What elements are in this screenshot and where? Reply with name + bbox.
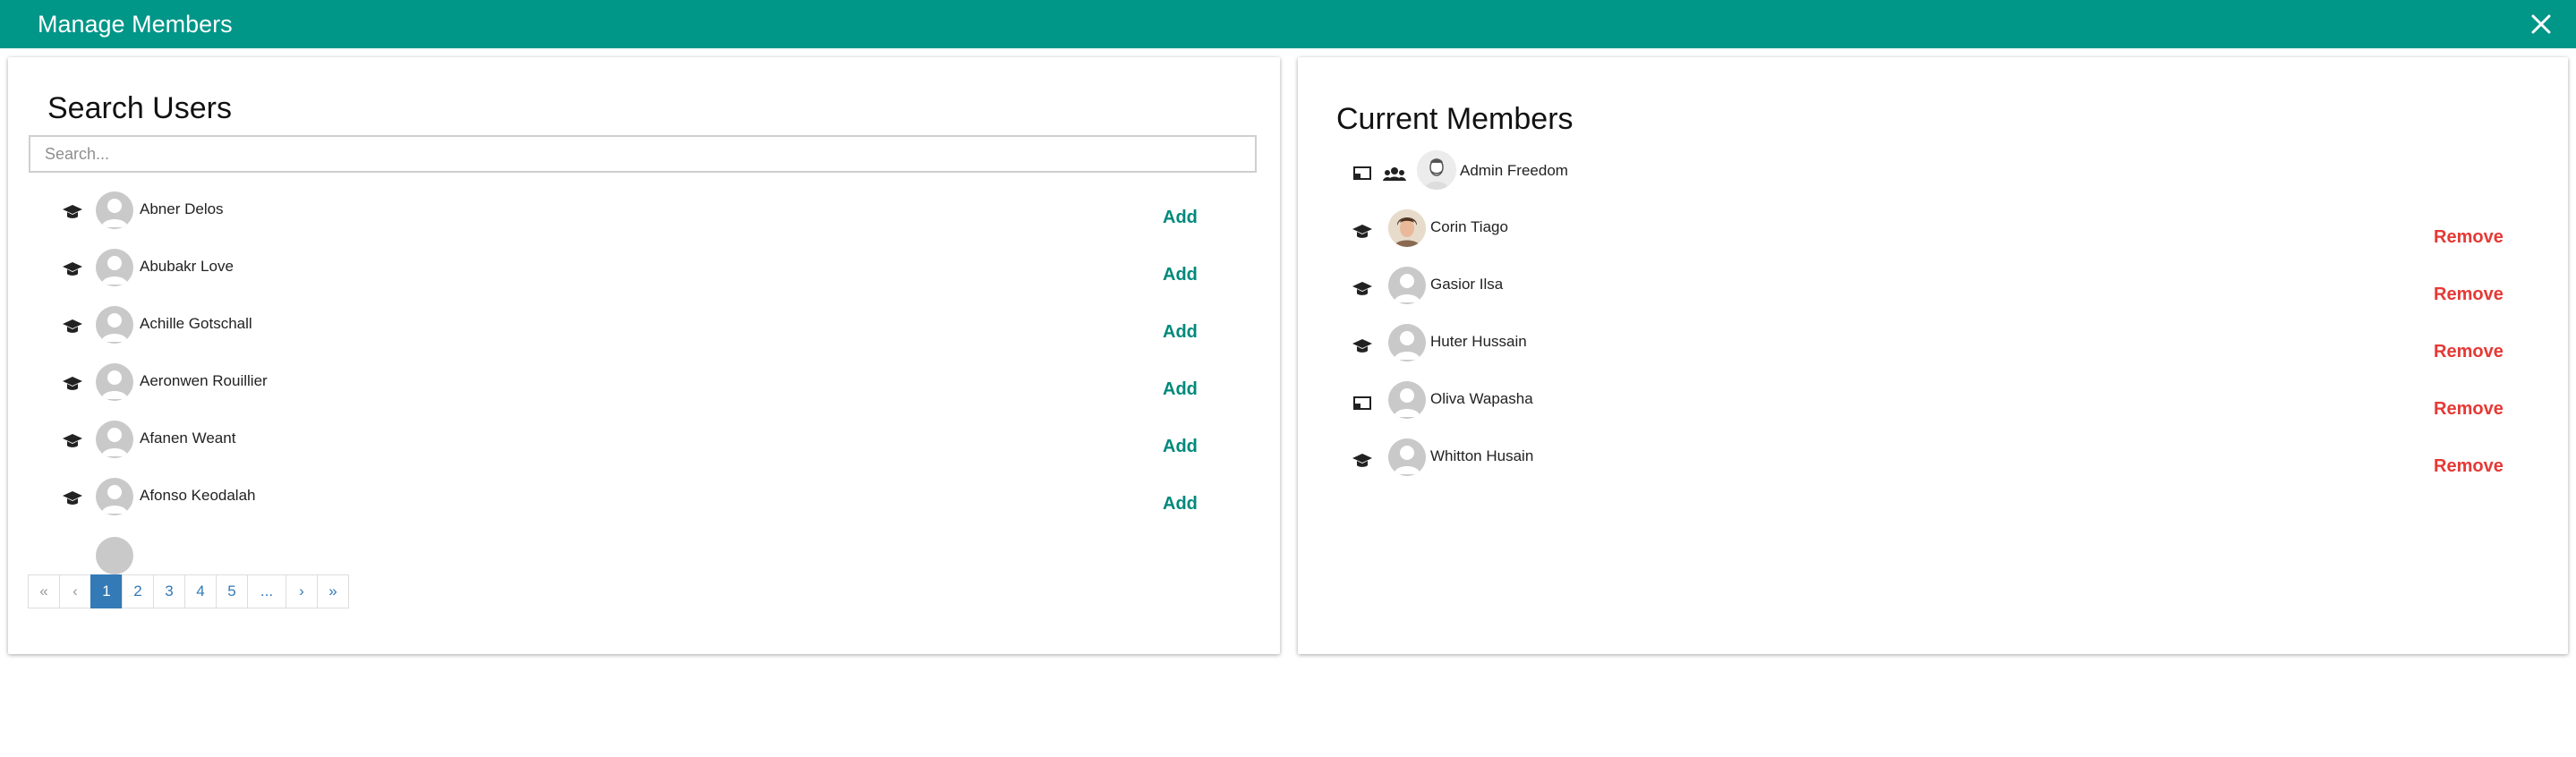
group-icon bbox=[1383, 165, 1406, 183]
first-page-button[interactable]: « bbox=[28, 574, 60, 608]
remove-button[interactable]: Remove bbox=[2434, 285, 2503, 305]
owner-row: Admin Freedom bbox=[1298, 150, 2568, 213]
list-item: Aeronwen Rouillier Add bbox=[8, 363, 1280, 421]
member-row: Gasior Ilsa Remove bbox=[1298, 267, 2568, 324]
member-name: Whitton Husain bbox=[1430, 447, 1534, 464]
member-name: Huter Hussain bbox=[1430, 333, 1527, 350]
avatar bbox=[1388, 438, 1426, 476]
avatar bbox=[96, 191, 133, 229]
user-name: Afanen Weant bbox=[140, 430, 236, 447]
last-page-button[interactable]: » bbox=[317, 574, 349, 608]
avatar bbox=[1417, 150, 1456, 190]
close-icon[interactable] bbox=[2526, 9, 2556, 39]
graduation-cap-icon bbox=[62, 432, 83, 450]
dialog-title: Manage Members bbox=[38, 11, 233, 38]
teacher-board-icon bbox=[1352, 165, 1373, 183]
add-button[interactable]: Add bbox=[1163, 437, 1198, 457]
user-name: Achille Gotschall bbox=[140, 315, 252, 332]
user-name: Aeronwen Rouillier bbox=[140, 372, 268, 389]
graduation-cap-icon bbox=[1352, 280, 1373, 298]
remove-button[interactable]: Remove bbox=[2434, 456, 2503, 477]
page-button-4[interactable]: 4 bbox=[184, 574, 217, 608]
remove-button[interactable]: Remove bbox=[2434, 227, 2503, 248]
add-button[interactable]: Add bbox=[1163, 494, 1198, 515]
current-members-title: Current Members bbox=[1336, 102, 1574, 136]
graduation-cap-icon bbox=[62, 375, 83, 393]
user-name: Abner Delos bbox=[140, 200, 224, 217]
graduation-cap-icon bbox=[62, 203, 83, 221]
graduation-cap-icon bbox=[1352, 223, 1373, 241]
graduation-cap-icon bbox=[1352, 452, 1373, 470]
user-list: Abner Delos Add Abubakr Love Add Achille… bbox=[8, 191, 1280, 607]
page-button-1[interactable]: 1 bbox=[90, 574, 123, 608]
list-item: Achille Gotschall Add bbox=[8, 306, 1280, 363]
add-button[interactable]: Add bbox=[1163, 265, 1198, 285]
prev-page-button[interactable]: ‹ bbox=[59, 574, 91, 608]
graduation-cap-icon bbox=[62, 489, 83, 507]
member-row: Corin Tiago Remove bbox=[1298, 209, 2568, 267]
avatar bbox=[96, 478, 133, 515]
pagination: « ‹ 1 2 3 4 5 ... › » bbox=[28, 574, 349, 610]
search-input[interactable] bbox=[29, 135, 1257, 173]
add-button[interactable]: Add bbox=[1163, 208, 1198, 228]
next-page-button[interactable]: › bbox=[286, 574, 318, 608]
search-users-title: Search Users bbox=[47, 91, 232, 125]
user-name: Abubakr Love bbox=[140, 258, 234, 275]
graduation-cap-icon bbox=[1352, 337, 1373, 355]
avatar bbox=[96, 306, 133, 344]
page-button-3[interactable]: 3 bbox=[153, 574, 185, 608]
avatar bbox=[1388, 381, 1426, 419]
page-button-2[interactable]: 2 bbox=[122, 574, 154, 608]
user-name: Afonso Keodalah bbox=[140, 487, 256, 504]
list-item: Afanen Weant Add bbox=[8, 421, 1280, 478]
avatar bbox=[96, 249, 133, 286]
search-users-panel: Search Users Abner Delos Add Abubakr Lov… bbox=[8, 57, 1280, 654]
member-name: Gasior Ilsa bbox=[1430, 276, 1504, 293]
member-name: Oliva Wapasha bbox=[1430, 390, 1533, 407]
current-members-panel: Current Members Admin Freedom Corin Tiag… bbox=[1298, 57, 2568, 654]
list-item: Abner Delos Add bbox=[8, 191, 1280, 249]
list-item: Abubakr Love Add bbox=[8, 249, 1280, 306]
member-name: Admin Freedom bbox=[1460, 162, 1568, 179]
remove-button[interactable]: Remove bbox=[2434, 342, 2503, 362]
page-ellipsis[interactable]: ... bbox=[247, 574, 286, 608]
remove-button[interactable]: Remove bbox=[2434, 399, 2503, 420]
dialog-header: Manage Members bbox=[0, 0, 2576, 48]
graduation-cap-icon bbox=[62, 318, 83, 336]
avatar bbox=[1388, 324, 1426, 361]
list-item: Afonso Keodalah Add bbox=[8, 478, 1280, 535]
avatar bbox=[96, 537, 133, 574]
teacher-board-icon bbox=[1352, 395, 1373, 413]
avatar bbox=[1388, 267, 1426, 304]
member-name: Corin Tiago bbox=[1430, 218, 1508, 235]
avatar bbox=[1388, 209, 1426, 247]
add-button[interactable]: Add bbox=[1163, 379, 1198, 400]
add-button[interactable]: Add bbox=[1163, 322, 1198, 343]
avatar bbox=[96, 421, 133, 458]
avatar bbox=[96, 363, 133, 401]
graduation-cap-icon bbox=[62, 260, 83, 278]
member-row: Huter Hussain Remove bbox=[1298, 324, 2568, 381]
page-button-5[interactable]: 5 bbox=[216, 574, 248, 608]
member-row: Oliva Wapasha Remove bbox=[1298, 381, 2568, 438]
member-row: Whitton Husain Remove bbox=[1298, 438, 2568, 496]
